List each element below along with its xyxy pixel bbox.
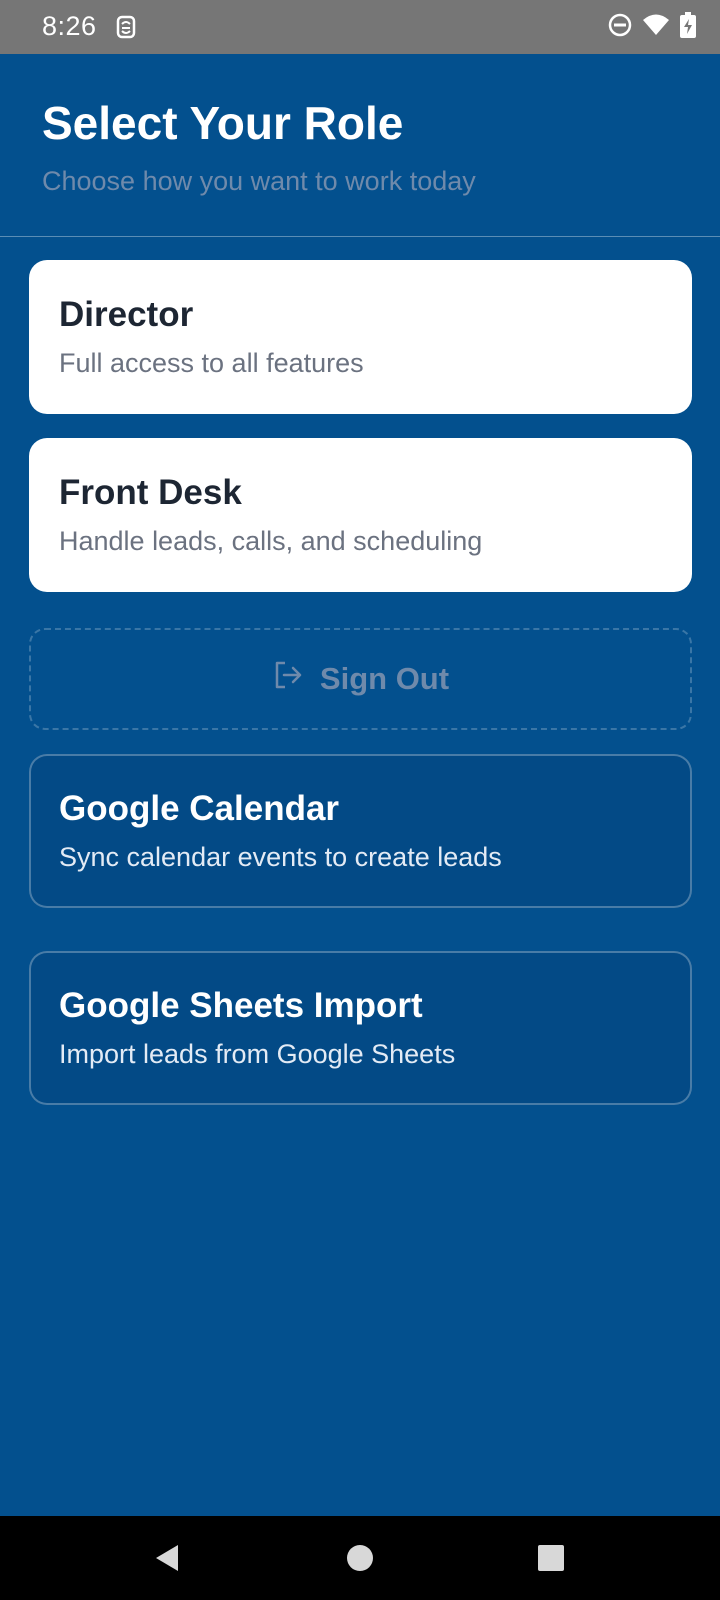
back-icon[interactable] bbox=[122, 1516, 212, 1600]
status-time: 8:26 bbox=[42, 11, 97, 41]
notification-app-icon bbox=[114, 14, 138, 40]
role-card-director[interactable]: Director Full access to all features bbox=[29, 260, 692, 414]
page-subtitle: Choose how you want to work today bbox=[42, 166, 476, 196]
recents-icon[interactable] bbox=[506, 1516, 596, 1600]
integration-title: Google Calendar bbox=[59, 789, 340, 828]
do-not-disturb-icon bbox=[608, 13, 632, 42]
sign-out-icon bbox=[272, 659, 304, 699]
integration-card-google-calendar[interactable]: Google Calendar Sync calendar events to … bbox=[29, 754, 692, 908]
role-description: Handle leads, calls, and scheduling bbox=[59, 526, 483, 556]
wifi-icon bbox=[642, 13, 670, 42]
page-title: Select Your Role bbox=[42, 97, 404, 149]
navigation-bar bbox=[0, 1516, 720, 1600]
integration-description: Sync calendar events to create leads bbox=[59, 842, 502, 872]
app-screen: Select Your Role Choose how you want to … bbox=[0, 54, 720, 1516]
role-description: Full access to all features bbox=[59, 348, 364, 378]
status-bar: 8:26 bbox=[0, 0, 720, 54]
header: Select Your Role Choose how you want to … bbox=[0, 54, 720, 237]
role-title: Front Desk bbox=[59, 473, 242, 512]
role-title: Director bbox=[59, 295, 194, 334]
battery-charging-icon bbox=[680, 11, 696, 43]
integration-title: Google Sheets Import bbox=[59, 986, 423, 1025]
home-icon[interactable] bbox=[315, 1516, 405, 1600]
sign-out-label: Sign Out bbox=[319, 661, 450, 696]
sign-out-button[interactable]: Sign Out bbox=[29, 628, 692, 730]
integration-card-google-sheets-import[interactable]: Google Sheets Import Import leads from G… bbox=[29, 951, 692, 1105]
integration-description: Import leads from Google Sheets bbox=[59, 1039, 456, 1069]
role-card-front-desk[interactable]: Front Desk Handle leads, calls, and sche… bbox=[29, 438, 692, 592]
status-icons bbox=[608, 11, 696, 43]
